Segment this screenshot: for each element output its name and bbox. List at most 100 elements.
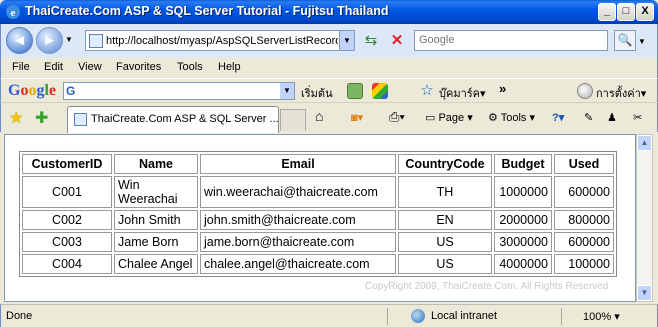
menu-edit[interactable]: Edit: [44, 61, 63, 73]
header-name: Name: [114, 154, 198, 174]
history-dropdown-icon[interactable]: ▼: [65, 35, 73, 44]
ie-icon: e: [6, 5, 20, 19]
cell-customerid: C004: [22, 254, 112, 274]
tab-label: ThaiCreate.Com ASP & SQL Server ...: [91, 113, 279, 125]
add-favorite-icon[interactable]: ✚: [35, 108, 48, 128]
menu-favorites[interactable]: Favorites: [116, 61, 161, 73]
new-tab-button[interactable]: [280, 109, 306, 131]
security-zone-label: Local intranet: [431, 310, 498, 322]
address-dropdown-icon[interactable]: ▼: [339, 31, 354, 50]
google-apps-icon[interactable]: [372, 83, 388, 99]
google-search-dropdown-icon[interactable]: ▼: [280, 83, 294, 99]
header-countrycode: CountryCode: [398, 154, 492, 174]
tools-extra-icon[interactable]: ✂: [633, 111, 642, 124]
window-titlebar: e ThaiCreate.Com ASP & SQL Server Tutori…: [0, 0, 658, 24]
cell-customerid: C002: [22, 210, 112, 230]
cell-name: Win Weerachai: [114, 176, 198, 208]
settings-icon[interactable]: [577, 83, 593, 99]
header-customerid: CustomerID: [22, 154, 112, 174]
vertical-scrollbar[interactable]: ▲ ▼: [636, 134, 653, 302]
menu-view[interactable]: View: [78, 61, 102, 73]
scroll-up-icon[interactable]: ▲: [637, 135, 652, 151]
bookmarks-button[interactable]: บุ๊คมาร์ค▾: [439, 84, 486, 102]
menu-bar: File Edit View Favorites Tools Help: [0, 58, 658, 78]
cell-used: 600000: [554, 232, 614, 252]
header-email: Email: [200, 154, 396, 174]
google-search-input[interactable]: G ▼: [63, 82, 295, 100]
status-divider: [561, 308, 562, 325]
cell-name: Chalee Angel: [114, 254, 198, 274]
cell-countrycode: US: [398, 232, 492, 252]
cell-countrycode: EN: [398, 210, 492, 230]
tab-active[interactable]: ThaiCreate.Com ASP & SQL Server ...: [67, 106, 279, 133]
table-row: C001 Win Weerachai win.weerachai@thaicre…: [22, 176, 614, 208]
table-row: C004 Chalee Angel chalee.angel@thaicreat…: [22, 254, 614, 274]
address-url[interactable]: http://localhost/myasp/AspSQLServerListR…: [106, 35, 338, 47]
cell-customerid: C001: [22, 176, 112, 208]
more-chevron-icon[interactable]: »: [499, 81, 506, 96]
customer-table: CustomerID Name Email CountryCode Budget…: [19, 151, 617, 277]
gear-icon: ⚙: [488, 112, 501, 124]
status-bar: Done Local intranet 100% ▾: [0, 304, 658, 327]
table-row: C002 John Smith john.smith@thaicreate.co…: [22, 210, 614, 230]
status-divider: [387, 308, 388, 325]
forward-button[interactable]: ►: [36, 27, 63, 54]
picture-icon[interactable]: [347, 83, 363, 99]
cell-used: 800000: [554, 210, 614, 230]
cell-customerid: C003: [22, 232, 112, 252]
cell-budget: 3000000: [494, 232, 552, 252]
menu-tools[interactable]: Tools: [177, 61, 203, 73]
tab-page-icon: [74, 113, 87, 126]
cell-budget: 2000000: [494, 210, 552, 230]
settings-button[interactable]: การตั้งค่า▾: [596, 84, 646, 102]
table-row: C003 Jame Born jame.born@thaicreate.com …: [22, 232, 614, 252]
cell-budget: 4000000: [494, 254, 552, 274]
tools-menu-label: Tools ▾: [500, 112, 535, 124]
svg-text:e: e: [11, 7, 16, 19]
header-budget: Budget: [494, 154, 552, 174]
table-header-row: CustomerID Name Email CountryCode Budget…: [22, 154, 614, 174]
research-icon[interactable]: ✎: [584, 111, 593, 124]
cell-email: chalee.angel@thaicreate.com: [200, 254, 396, 274]
page-menu-label: Page ▾: [438, 112, 473, 124]
cell-email: win.weerachai@thaicreate.com: [200, 176, 396, 208]
cell-name: John Smith: [114, 210, 198, 230]
page-menu-button[interactable]: ▭ Page ▾: [425, 111, 473, 124]
cell-used: 100000: [554, 254, 614, 274]
home-icon[interactable]: ⌂: [315, 108, 323, 124]
menu-file[interactable]: File: [12, 61, 30, 73]
google-toolbar: Google G ▼ เริ่มต้น ☆ บุ๊คมาร์ค▾ » การตั…: [0, 78, 658, 102]
page-content: CustomerID Name Email CountryCode Budget…: [4, 134, 636, 302]
cell-countrycode: US: [398, 254, 492, 274]
status-text: Done: [6, 310, 33, 322]
google-start-button[interactable]: เริ่มต้น: [301, 84, 333, 102]
zoom-level[interactable]: 100% ▾: [583, 310, 620, 323]
address-bar[interactable]: http://localhost/myasp/AspSQLServerListR…: [85, 30, 355, 51]
cell-name: Jame Born: [114, 232, 198, 252]
favorites-star-icon[interactable]: ★: [9, 108, 23, 128]
tools-menu-button[interactable]: ⚙ Tools ▾: [488, 111, 535, 124]
stop-icon[interactable]: ✕: [387, 31, 407, 51]
search-input[interactable]: Google: [414, 30, 608, 51]
refresh-icon[interactable]: ⇆: [361, 31, 381, 51]
header-used: Used: [554, 154, 614, 174]
search-icon[interactable]: 🔍: [614, 30, 636, 51]
bookmark-star-icon[interactable]: ☆: [419, 83, 435, 99]
messenger-icon[interactable]: ♟: [607, 111, 617, 124]
print-icon[interactable]: ⎙▾: [389, 109, 405, 125]
feeds-icon[interactable]: ◙▾: [351, 111, 363, 124]
google-g-icon: G: [66, 84, 76, 98]
close-button[interactable]: X: [636, 3, 654, 21]
page-icon: [89, 34, 103, 48]
back-button[interactable]: ◄: [6, 27, 33, 54]
minimize-button[interactable]: _: [598, 3, 616, 21]
page-icon: ▭: [425, 112, 439, 124]
maximize-button[interactable]: □: [617, 3, 635, 21]
cell-used: 600000: [554, 176, 614, 208]
scroll-down-icon[interactable]: ▼: [637, 285, 652, 301]
search-dropdown-icon[interactable]: ▼: [638, 37, 646, 46]
tab-command-bar: ★ ✚ ThaiCreate.Com ASP & SQL Server ... …: [0, 102, 658, 133]
navigation-bar: ◄ ► ▼ http://localhost/myasp/AspSQLServe…: [0, 24, 658, 58]
help-icon[interactable]: ?▾: [552, 111, 564, 124]
menu-help[interactable]: Help: [218, 61, 241, 73]
